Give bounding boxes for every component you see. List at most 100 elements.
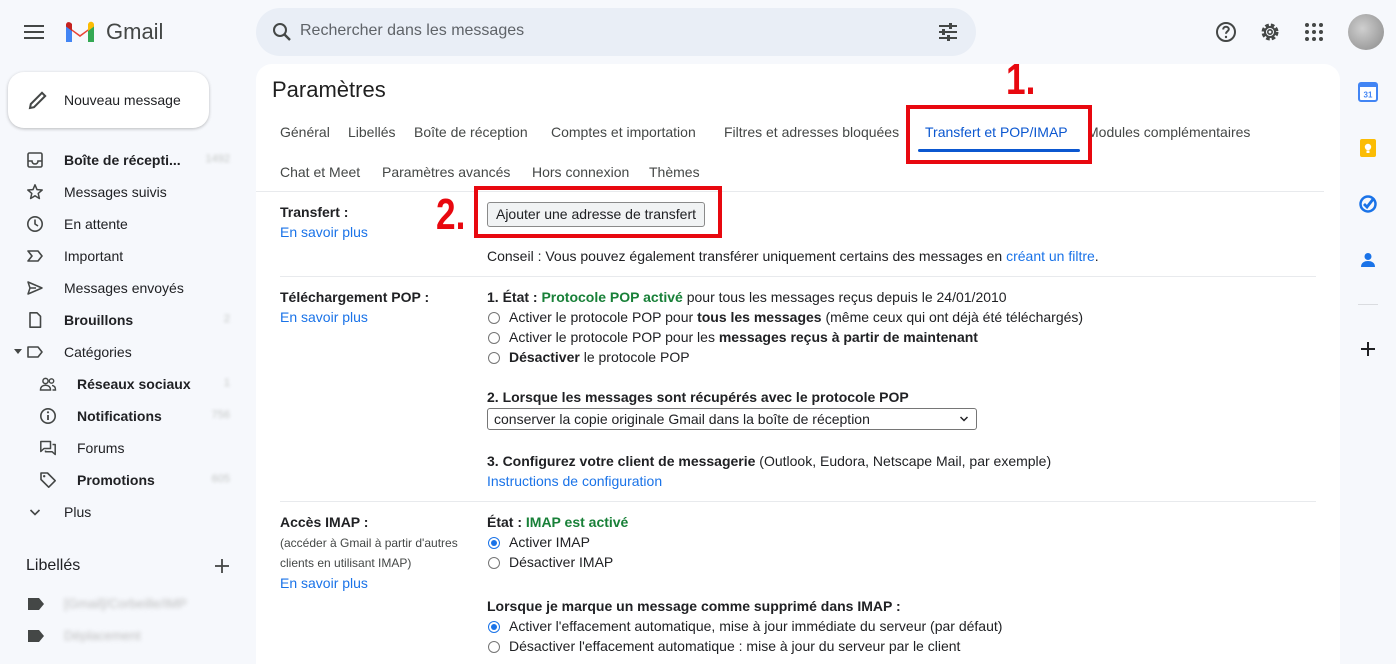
sidebar-item-snoozed[interactable]: En attente [0,208,248,240]
pencil-icon [28,91,47,110]
imap-delete-option-label: Activer l'effacement automatique, mise à… [509,618,1003,634]
sidebar-item-sent[interactable]: Messages envoyés [0,272,248,304]
create-filter-link[interactable]: créant un filtre [1006,248,1095,264]
pop-learn-more-link[interactable]: En savoir plus [280,309,368,325]
tab-general[interactable]: Général [280,124,330,140]
account-avatar[interactable] [1348,14,1384,50]
pop-option-label: Activer le protocole POP pour tous les m… [509,309,1083,325]
search-icon[interactable] [270,20,294,44]
search-input[interactable]: Rechercher dans les messages [300,22,524,40]
option-text: le protocole POP [579,349,690,365]
imap-delete-option-label: Désactiver l'effacement automatique : mi… [509,638,961,654]
svg-text:31: 31 [1364,91,1373,100]
help-icon[interactable] [1214,20,1238,44]
search-bar[interactable]: Rechercher dans les messages [256,8,976,56]
auto-expunge-on-radio[interactable] [488,621,500,633]
annotation-box-tab [906,105,1092,164]
chevron-down-icon [29,509,41,516]
compose-button[interactable]: Nouveau message [8,72,209,128]
label-tag-icon [28,598,44,610]
gear-icon[interactable] [1258,20,1282,44]
tab-offline[interactable]: Hors connexion [532,164,629,180]
option-text: (même ceux qui ont déjà été téléchargés) [821,309,1084,325]
tab-filters[interactable]: Filtres et adresses bloquées [724,124,899,140]
inbox-icon [27,152,43,168]
pop-status-value: Protocole POP activé [541,289,683,305]
sidebar-item-inbox[interactable]: Boîte de récepti... 1492 [0,144,248,176]
tab-accounts[interactable]: Comptes et importation [551,124,696,140]
tab-chat-meet[interactable]: Chat et Meet [280,164,360,180]
sidebar-item-label: Boîte de récepti... [64,152,181,168]
sidebar-item-drafts[interactable]: Brouillons 2 [0,304,248,336]
unread-count: 605 [211,473,230,485]
tab-advanced[interactable]: Paramètres avancés [382,164,510,180]
imap-disable-radio[interactable] [488,557,500,569]
sidebar-item-social[interactable]: Réseaux sociaux 1 [0,368,248,400]
sidebar-item-notifications[interactable]: Notifications 756 [0,400,248,432]
auto-expunge-off-radio[interactable] [488,641,500,653]
apps-grid-icon[interactable] [1302,20,1326,44]
imap-status: État : IMAP est activé [487,514,628,530]
sidebar-item-promotions[interactable]: Promotions 605 [0,464,248,496]
section-divider [280,276,1316,277]
forwarding-learn-more-link[interactable]: En savoir plus [280,224,368,240]
unread-count: 756 [211,409,230,421]
search-filter-icon[interactable] [936,20,960,44]
add-label-icon[interactable] [212,556,232,576]
imap-option-label: Désactiver IMAP [509,554,614,570]
option-bold-text: tous les messages [697,309,822,325]
sidebar-item-more[interactable]: Plus [0,496,248,528]
client-suffix: (Outlook, Eudora, Netscape Mail, par exe… [755,453,1052,469]
pop-client-config: 3. Configurez votre client de messagerie… [487,453,1051,469]
main-menu-icon[interactable] [24,22,44,42]
top-bar: Gmail Rechercher dans les messages [0,0,1396,64]
pop-from-now-radio[interactable] [488,332,500,344]
tabs-divider [256,191,1324,192]
sidebar-item-label: Promotions [77,472,155,488]
sidebar-item-starred[interactable]: Messages suivis [0,176,248,208]
option-text: Activer le protocole POP pour [509,309,698,325]
pop-all-messages-radio[interactable] [488,312,500,324]
chevron-down-icon [960,416,968,422]
expand-caret-icon[interactable] [14,349,22,354]
add-addon-icon[interactable] [1358,339,1378,359]
configuration-instructions-link[interactable]: Instructions de configuration [487,473,662,489]
tab-labels[interactable]: Libellés [348,124,395,140]
contacts-icon[interactable] [1358,250,1378,270]
tab-addons[interactable]: Modules complémentaires [1087,124,1250,140]
forum-icon [40,440,56,456]
gmail-logo[interactable]: Gmail [64,18,163,46]
section-divider [280,501,1316,502]
sidebar-item-label: Brouillons [64,312,134,328]
tasks-icon[interactable] [1358,194,1378,214]
compose-label: Nouveau message [64,92,181,108]
forwarding-tip: Conseil : Vous pouvez également transfér… [487,248,1099,264]
imap-enable-radio[interactable] [488,537,500,549]
tab-inbox[interactable]: Boîte de réception [414,124,528,140]
pop-option-label: Désactiver le protocole POP [509,349,690,365]
pop-disable-radio[interactable] [488,352,500,364]
tip-suffix: . [1094,248,1099,264]
status-prefix: 1. État : [487,289,542,305]
sidebar-item-important[interactable]: Important [0,240,248,272]
imap-learn-more-link[interactable]: En savoir plus [280,575,368,591]
option-bold-text: Désactiver [509,349,580,365]
imap-delete-title: Lorsque je marque un message comme suppr… [487,598,901,614]
tab-themes[interactable]: Thèmes [649,164,700,180]
imap-status-value: IMAP est activé [525,514,629,530]
info-icon [40,408,56,424]
calendar-icon[interactable]: 31 [1358,82,1378,102]
pop-action-select[interactable]: conserver la copie originale Gmail dans … [487,408,977,430]
unread-count: 1 [223,377,230,389]
clock-icon [27,216,43,232]
sidebar-item-forums[interactable]: Forums [0,432,248,464]
keep-icon[interactable] [1358,138,1378,158]
sidebar-item-label: Forums [77,440,125,456]
status-prefix: État : [487,514,526,530]
gmail-m-icon [66,21,94,42]
sidebar-item-categories[interactable]: Catégories [0,336,248,368]
pop-section-label: Téléchargement POP : [280,289,430,305]
sidebar-item-label: Réseaux sociaux [77,376,191,392]
side-panel: 31 [1340,64,1396,650]
tag-icon [40,472,56,488]
